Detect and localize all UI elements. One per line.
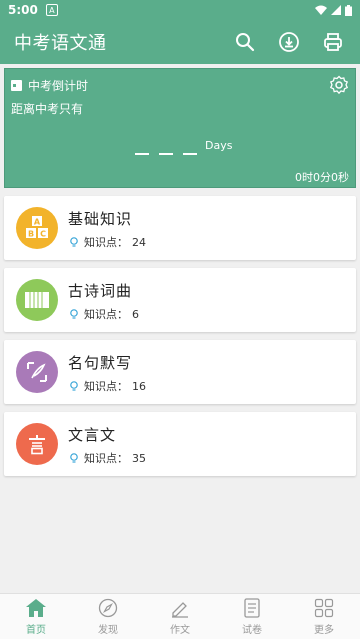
- category-title: 基础知识: [68, 210, 133, 228]
- category-card-quotes[interactable]: 名句默写 知识点： 16: [4, 340, 356, 404]
- category-card-basics[interactable]: A B C 基础知识 知识点： 24: [4, 196, 356, 260]
- tab-label: 首页: [26, 625, 46, 636]
- days-digit-placeholder: [135, 153, 149, 155]
- scroll-icon: [16, 279, 58, 321]
- tab-label: 发现: [98, 625, 118, 636]
- time-remaining: 0时0分0秒: [295, 171, 349, 184]
- svg-text:B: B: [28, 230, 34, 239]
- battery-icon: [345, 4, 352, 16]
- lightbulb-icon: [70, 237, 78, 247]
- home-icon: [25, 597, 47, 619]
- seal-icon: [16, 423, 58, 465]
- app-bar: 中考语文通: [0, 20, 360, 64]
- days-digit-placeholder: [159, 153, 173, 155]
- search-icon[interactable]: [232, 29, 258, 55]
- tab-home[interactable]: 首页: [0, 594, 72, 639]
- days-digit-placeholder: [183, 153, 197, 155]
- knowledge-points-label: 知识点：: [84, 452, 128, 465]
- tab-more[interactable]: 更多: [288, 594, 360, 639]
- notification-a-icon: A: [45, 4, 58, 16]
- tab-label: 试卷: [242, 625, 262, 636]
- wifi-icon: [315, 5, 327, 15]
- bottom-tab-bar: 首页 发现 作文 试卷 更多: [0, 593, 360, 639]
- knowledge-points-count: 24: [132, 235, 146, 249]
- lightbulb-icon: [70, 309, 78, 319]
- tab-essay[interactable]: 作文: [144, 594, 216, 639]
- app-title: 中考语文通: [14, 33, 107, 54]
- category-title: 名句默写: [68, 354, 133, 372]
- settings-gear-icon[interactable]: [329, 75, 349, 95]
- status-bar: 5:00 A: [0, 0, 360, 20]
- print-icon[interactable]: [320, 29, 346, 55]
- status-time: 5:00: [8, 3, 38, 17]
- paper-icon: [241, 597, 263, 619]
- countdown-header: 中考倒计时: [28, 79, 89, 93]
- tab-label: 作文: [170, 625, 190, 636]
- days-label: Days: [205, 139, 233, 152]
- tab-discover[interactable]: 发现: [72, 594, 144, 639]
- quill-icon: [16, 351, 58, 393]
- grid-icon: [313, 597, 335, 619]
- category-card-poetry[interactable]: 古诗词曲 知识点： 6: [4, 268, 356, 332]
- tab-papers[interactable]: 试卷: [216, 594, 288, 639]
- download-icon[interactable]: [276, 29, 302, 55]
- abc-blocks-icon: A B C: [16, 207, 58, 249]
- lightbulb-icon: [70, 381, 78, 391]
- knowledge-points-label: 知识点：: [84, 380, 128, 393]
- calendar-icon: [11, 80, 22, 91]
- tab-label: 更多: [314, 625, 334, 636]
- category-title: 古诗词曲: [68, 282, 133, 300]
- exam-countdown-panel: 中考倒计时 距离中考只有 Days 0时0分0秒: [4, 68, 356, 188]
- knowledge-points-count: 35: [132, 451, 146, 465]
- signal-icon: [331, 5, 341, 15]
- countdown-subtitle: 距离中考只有: [11, 102, 84, 116]
- knowledge-points-count: 16: [132, 379, 146, 393]
- knowledge-points-label: 知识点：: [84, 236, 128, 249]
- lightbulb-icon: [70, 453, 78, 463]
- svg-text:C: C: [40, 230, 46, 239]
- pencil-icon: [169, 597, 191, 619]
- svg-text:A: A: [34, 218, 41, 227]
- knowledge-points-label: 知识点：: [84, 308, 128, 321]
- category-card-classical-chinese[interactable]: 文言文 知识点： 35: [4, 412, 356, 476]
- compass-icon: [97, 597, 119, 619]
- category-title: 文言文: [68, 426, 117, 444]
- knowledge-points-count: 6: [132, 307, 139, 321]
